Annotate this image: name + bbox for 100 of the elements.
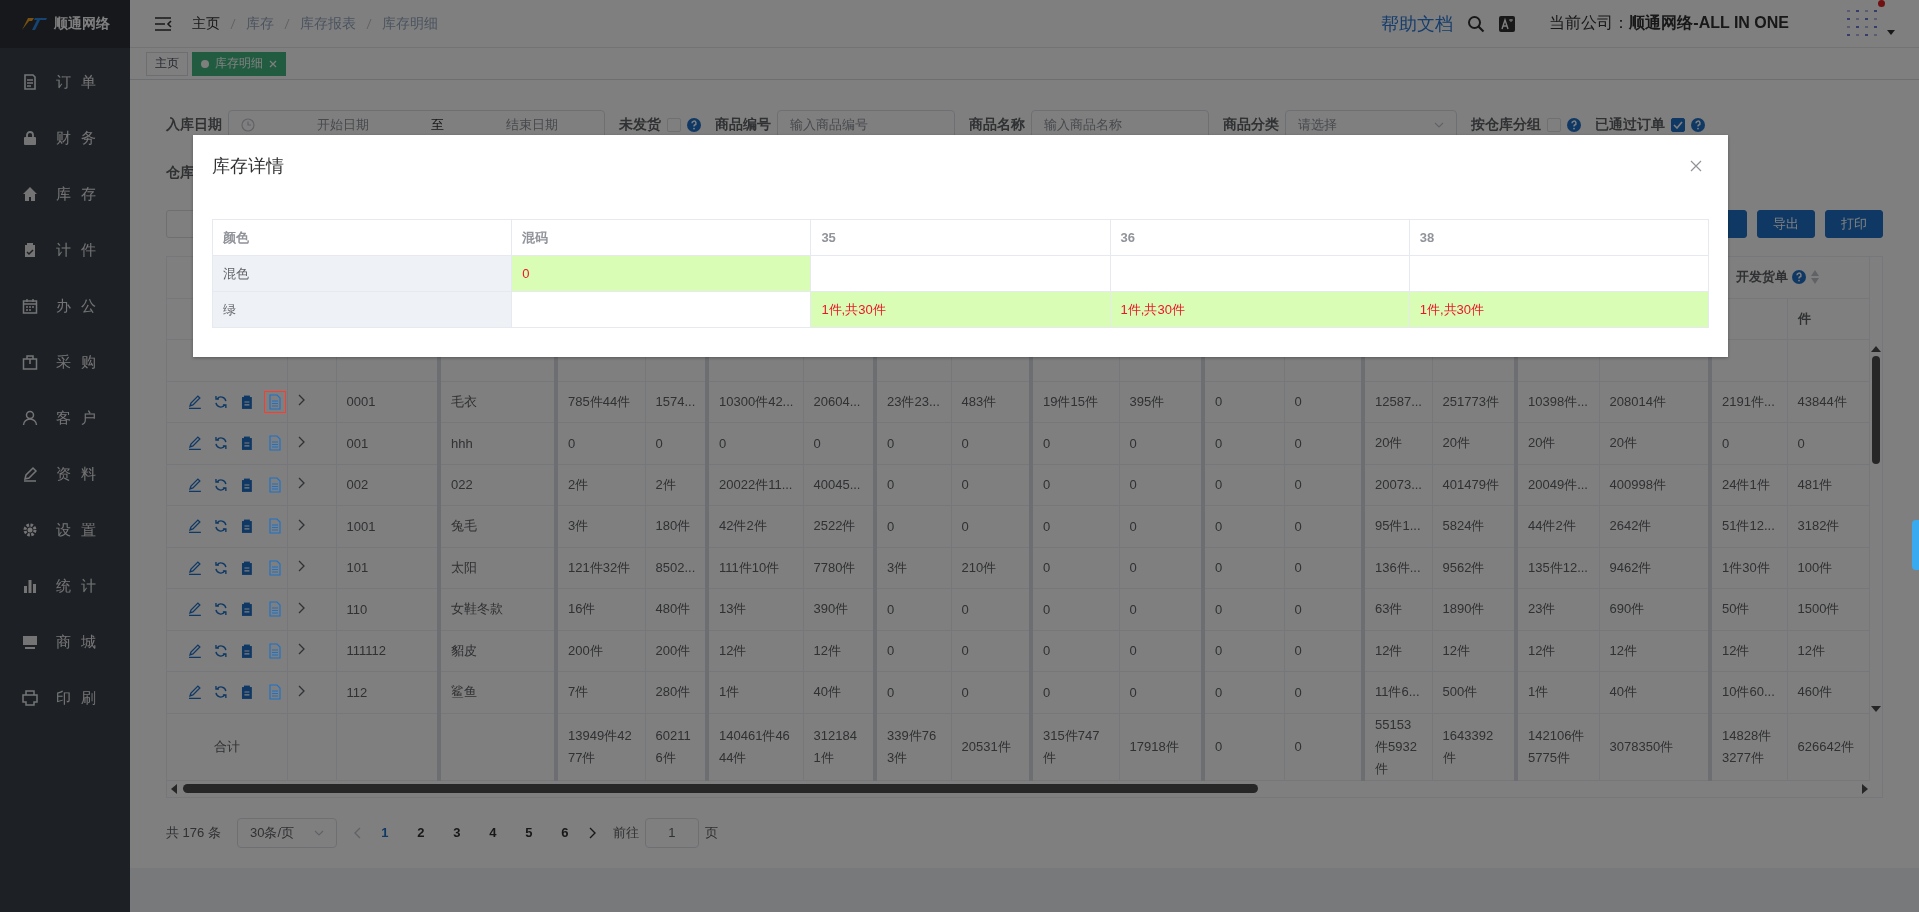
pen-icon[interactable] [187,684,203,701]
refresh-icon[interactable] [212,601,229,618]
sidebar-item[interactable]: 财务 [0,110,130,166]
page-tab[interactable]: 主页 [146,51,188,76]
refresh-icon[interactable] [212,393,229,410]
total-count: 共 176 条 [166,823,221,842]
sidebar-item[interactable]: 订单 [0,54,130,110]
refresh-icon[interactable] [212,642,229,659]
refresh-icon[interactable] [212,559,229,576]
help-link[interactable]: 帮助文档 [1381,11,1454,36]
pen-icon[interactable] [187,435,203,452]
expand-icon[interactable] [297,477,306,490]
table-cell: 20531件 [961,738,1011,754]
sidebar-item[interactable]: 统计 [0,558,130,614]
table-cell: 44件2件 [1528,518,1576,534]
table-cell: 20049件... [1528,476,1588,492]
expand-icon[interactable] [297,435,306,448]
table-cell: 20022件11... [719,476,793,492]
caret-icon[interactable] [1887,29,1895,35]
scrollbar-thumb[interactable] [183,784,1258,793]
checkbox[interactable] [1671,118,1685,132]
scroll-down-icon[interactable] [1870,705,1881,712]
filter-label: 入库日期 [166,116,222,134]
scroll-right-icon[interactable] [1862,783,1868,794]
sidebar-item[interactable]: 计件 [0,222,130,278]
prev-page-icon[interactable] [352,826,361,839]
sidebar-item[interactable]: 库存 [0,166,130,222]
home-icon [22,186,38,202]
table-cell: 95件1... [1375,518,1421,534]
table-cell: 12件 [1722,642,1750,658]
page-tab[interactable]: 库存明细 [192,51,286,76]
table-cell: 0 [961,477,969,493]
page-number[interactable]: 2 [408,825,433,840]
sidebar-label: 设置 [56,520,106,540]
pen-icon[interactable] [187,642,203,659]
table-cell: 626642件 [1797,738,1854,754]
pen-icon[interactable] [187,476,203,493]
pen-icon[interactable] [187,601,203,618]
pen-icon[interactable] [187,559,203,576]
help-icon[interactable] [1792,270,1806,285]
toolbar-button[interactable]: 打印 [1825,210,1883,238]
scroll-left-icon[interactable] [171,783,177,794]
pen-icon[interactable] [187,518,203,535]
help-icon[interactable] [1567,118,1581,132]
table-cell: 136件... [1375,559,1421,575]
sidebar-item[interactable]: 印刷 [0,670,130,726]
table-cell: 1件,共30件 [1419,301,1485,317]
translate-icon[interactable] [1499,15,1516,32]
refresh-icon[interactable] [212,684,229,701]
sidebar-item[interactable]: 采购 [0,334,130,390]
monitor-icon [22,634,38,650]
menu-icon[interactable] [154,16,172,31]
table-cell: 1件30件 [1722,559,1770,575]
table-cell: 0 [961,435,969,451]
side-handle[interactable] [1912,520,1919,570]
expand-icon[interactable] [297,684,306,697]
sidebar-label: 商城 [56,632,106,652]
page-input[interactable]: 1 [644,817,699,848]
pen-icon[interactable] [187,393,203,410]
expand-icon[interactable] [297,394,306,407]
sidebar-item[interactable]: 客户 [0,390,130,446]
page-number[interactable]: 3 [444,825,469,840]
table-cell: 10件60... [1722,684,1775,700]
page-number[interactable]: 4 [480,825,505,840]
page-size-select[interactable]: 30条/页 [236,817,337,848]
clipboard-icon [22,242,38,258]
sidebar-item[interactable]: 资料 [0,446,130,502]
expand-icon[interactable] [297,518,306,531]
table-cell: 785件44件 [568,393,631,409]
table-cell: 55153件5932件 [1375,716,1417,776]
toolbar-button[interactable]: 导出 [1757,210,1815,238]
table-cell: 20073... [1375,477,1422,493]
sidebar-item[interactable]: 商城 [0,614,130,670]
scroll-up-icon[interactable] [1870,345,1881,352]
refresh-icon[interactable] [212,476,229,493]
table-cell: 10300件42... [719,393,794,409]
lock-icon [22,130,38,146]
table-cell: 12587... [1375,394,1422,410]
expand-icon[interactable] [297,601,306,614]
page-number[interactable]: 6 [552,825,577,840]
sort-icon[interactable] [1810,269,1820,286]
next-page-icon[interactable] [588,826,597,839]
expand-icon[interactable] [297,643,306,656]
table-cell: 40件 [1609,684,1637,700]
search-icon[interactable] [1467,14,1486,33]
expand-icon[interactable] [297,560,306,573]
page-number[interactable]: 1 [372,825,397,840]
scrollbar-thumb[interactable] [1871,355,1880,464]
breadcrumb-item[interactable]: 主页 [192,14,220,33]
help-icon[interactable] [687,118,701,132]
help-icon[interactable] [1691,118,1705,132]
table-cell: 200件 [655,642,691,658]
sidebar-item[interactable]: 办公 [0,278,130,334]
refresh-icon[interactable] [212,435,229,452]
refresh-icon[interactable] [212,518,229,535]
sidebar-label: 资料 [56,464,106,484]
sidebar-item[interactable]: 设置 [0,502,130,558]
page-number[interactable]: 5 [516,825,541,840]
table-cell: 7件 [568,684,589,700]
close-icon[interactable] [1690,160,1702,172]
